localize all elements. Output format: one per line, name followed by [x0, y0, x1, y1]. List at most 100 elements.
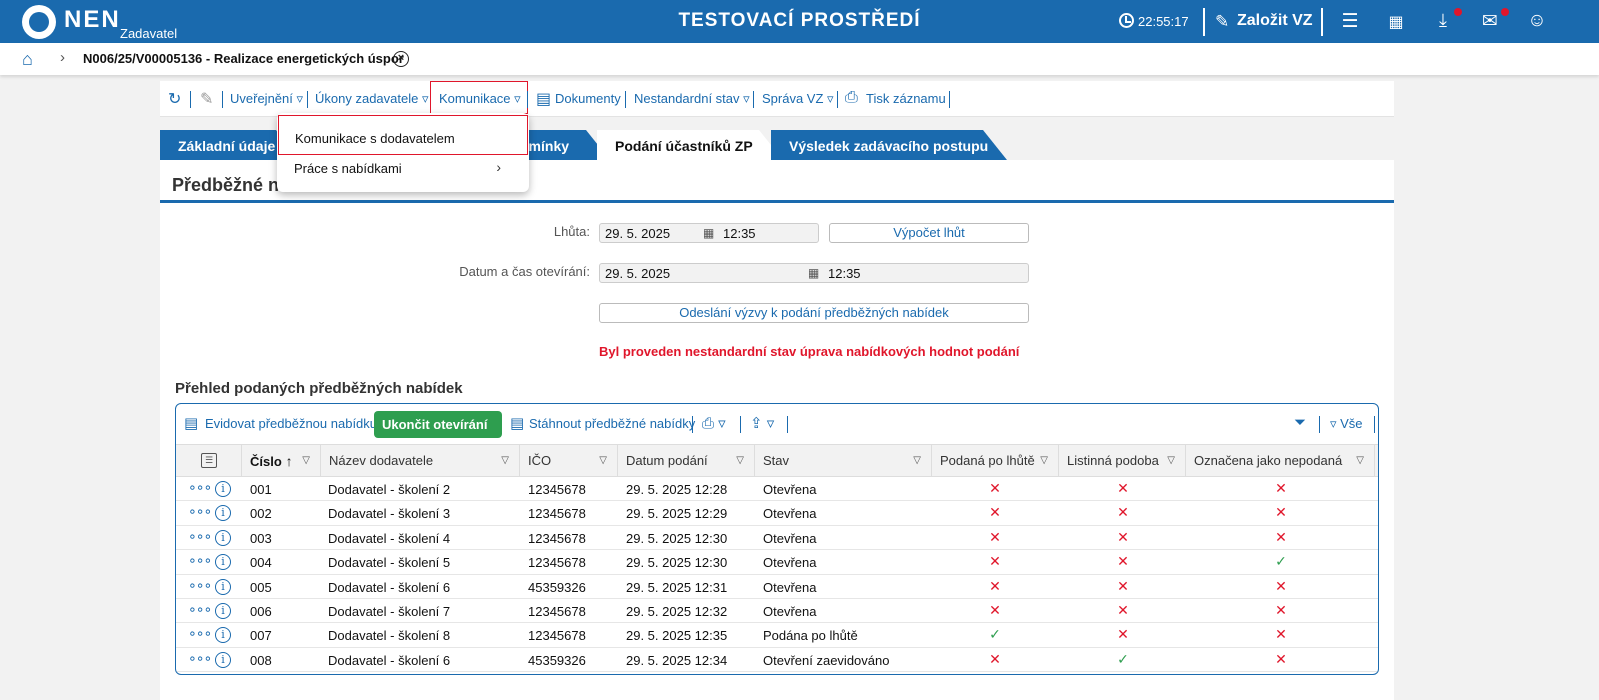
cell-nazev: Dodavatel - školení 4: [328, 530, 451, 546]
menu-dokumenty[interactable]: Dokumenty: [555, 91, 621, 106]
menu-komunikace[interactable]: Komunikace ▿: [439, 91, 521, 107]
nen-logo-icon[interactable]: [22, 5, 56, 39]
toolbar-divider: [625, 91, 626, 108]
otevreni-label: Datum a čas otevírání:: [459, 264, 590, 279]
section-title: Přehled podaných předběžných nabídek: [175, 380, 463, 397]
row-actions-icon[interactable]: ∘∘∘: [188, 552, 212, 569]
column-menu-icon[interactable]: ▽: [913, 445, 921, 477]
menu-icon[interactable]: ☰: [1338, 10, 1362, 33]
col-datum[interactable]: Datum podání ▽: [618, 445, 755, 477]
info-icon[interactable]: i: [215, 578, 231, 595]
row-actions-icon[interactable]: ∘∘∘: [188, 577, 212, 594]
col-stav[interactable]: Stav ▽: [755, 445, 932, 477]
cell-cislo: 007: [250, 628, 272, 644]
sort-asc-icon: ↑: [281, 453, 293, 469]
ukoncit-oteviranibutton[interactable]: Ukončit otevírání: [374, 411, 502, 438]
col-nazev[interactable]: Název dodavatele ▽: [321, 445, 520, 477]
column-menu-icon[interactable]: ▽: [1167, 445, 1175, 477]
session-time: 22:55:17: [1138, 14, 1189, 29]
filter-all-dropdown[interactable]: ▿ Vše: [1330, 416, 1363, 432]
toolbar-divider: [527, 91, 528, 108]
menu-sprava-vz[interactable]: Správa VZ ▿: [762, 91, 834, 107]
menu-item-komunikace-s-dodavatelem[interactable]: Komunikace s dodavatelem: [278, 115, 528, 155]
col-po-lhute[interactable]: Podaná po lhůtě ▽: [932, 445, 1059, 477]
menu-ukony-zadavatele[interactable]: Úkony zadavatele ▿: [315, 91, 428, 107]
cell-datum: 29. 5. 2025 12:31: [626, 579, 728, 595]
lhuta-field[interactable]: 29. 5. 2025 ▦ 12:35: [599, 223, 819, 243]
table-row[interactable]: ∘∘∘ i 006 Dodavatel - školení 7 12345678 29. …: [176, 599, 1378, 624]
column-menu-icon[interactable]: ▽: [1356, 445, 1364, 477]
col-nepodana[interactable]: Označena jako nepodaná ▽: [1186, 445, 1375, 477]
odeslani-vyzvy-button[interactable]: Odeslání výzvy k podání předběžných nabí…: [599, 303, 1029, 323]
user-icon[interactable]: ☺: [1525, 10, 1549, 32]
table-row[interactable]: ∘∘∘ i 008 Dodavatel - školení 6 45359326 29. …: [176, 648, 1378, 673]
table-row[interactable]: ∘∘∘ i 002 Dodavatel - školení 3 12345678 29. …: [176, 501, 1378, 526]
column-menu-icon[interactable]: ▽: [501, 445, 509, 477]
mail-icon[interactable]: ✉: [1478, 10, 1502, 33]
stahnout-button[interactable]: Stáhnout předběžné nabídky: [529, 416, 695, 431]
toolbar-divider: [222, 91, 223, 108]
table-row[interactable]: ∘∘∘ i 001 Dodavatel - školení 2 12345678 29. …: [176, 477, 1378, 502]
download-icon[interactable]: ⤓: [1431, 10, 1455, 31]
row-actions-icon[interactable]: ∘∘∘: [188, 601, 212, 618]
column-menu-icon[interactable]: ▽: [736, 445, 744, 477]
tab-podani-ucastniku[interactable]: Podání účastníků ZP: [597, 130, 783, 160]
refresh-icon[interactable]: ↻: [168, 89, 181, 109]
tab-vysledek[interactable]: Výsledek zadávacího postupu: [771, 130, 1007, 160]
new-vz-button[interactable]: Založit VZ: [1237, 12, 1313, 30]
info-icon[interactable]: i: [215, 505, 231, 522]
row-actions-icon[interactable]: ∘∘∘: [188, 479, 212, 496]
col-listinna[interactable]: Listinná podoba ▽: [1059, 445, 1186, 477]
menu-nestandardni-stav[interactable]: Nestandardní stav ▿: [634, 91, 750, 107]
info-icon[interactable]: i: [215, 529, 231, 546]
lhuta-date: 29. 5. 2025: [605, 226, 671, 241]
column-menu-icon[interactable]: ▽: [1040, 445, 1048, 477]
row-actions-icon[interactable]: ∘∘∘: [188, 528, 212, 545]
table-row[interactable]: ∘∘∘ i 004 Dodavatel - školení 5 12345678 29. …: [176, 550, 1378, 575]
close-icon[interactable]: ×: [393, 51, 409, 67]
table-row[interactable]: ∘∘∘ i 005 Dodavatel - školení 6 45359326 29. …: [176, 575, 1378, 599]
column-menu-icon[interactable]: ▽: [302, 445, 310, 477]
column-settings-cell[interactable]: ☰: [176, 445, 242, 477]
info-icon[interactable]: i: [215, 627, 231, 644]
column-settings-icon[interactable]: ☰: [201, 453, 217, 468]
calendar-icon[interactable]: ▦: [1384, 12, 1408, 32]
grid-header: ☰ Číslo ↑ ▽ Název dodavatele ▽ IČO ▽ Datum …: [176, 444, 1378, 477]
menu-uverejneni[interactable]: Uveřejnění ▿: [230, 91, 303, 107]
evidovat-button[interactable]: Evidovat předběžnou nabídku: [205, 416, 377, 431]
row-actions-icon[interactable]: ∘∘∘: [188, 625, 212, 642]
table-row[interactable]: ∘∘∘ i 003 Dodavatel - školení 4 12345678 29. …: [176, 526, 1378, 551]
table-row[interactable]: ∘∘∘ i 007 Dodavatel - školení 8 12345678 29. …: [176, 623, 1378, 648]
cross-icon: ✕: [989, 602, 1001, 618]
cell-datum: 29. 5. 2025 12:29: [626, 506, 728, 522]
action-toolbar: ↻ ✎ Uveřejnění ▿ Úkony zadavatele ▿ Komu…: [160, 81, 1394, 117]
filter-icon[interactable]: ⏷: [1294, 414, 1306, 431]
calendar-icon[interactable]: ▦: [703, 226, 714, 240]
calendar-icon[interactable]: ▦: [808, 266, 819, 280]
cell-stav: Otevřena: [763, 555, 817, 571]
printer-icon: ⎙: [845, 89, 858, 106]
vypocet-lhut-button[interactable]: Výpočet lhůt: [829, 223, 1029, 243]
menu-item-prace-s-nabidkami[interactable]: Práce s nabídkami: [294, 161, 402, 176]
chevron-right-icon: ›: [496, 159, 501, 175]
info-icon[interactable]: i: [215, 603, 231, 619]
cell-nazev: Dodavatel - školení 6: [328, 652, 451, 668]
row-actions-icon[interactable]: ∘∘∘: [188, 503, 212, 520]
menu-tisk-zaznamu[interactable]: Tisk záznamu: [866, 91, 946, 106]
cell-ico: 12345678: [528, 482, 586, 497]
column-menu-icon[interactable]: ▽: [599, 445, 607, 477]
info-icon[interactable]: i: [215, 481, 231, 497]
info-icon[interactable]: i: [215, 554, 231, 571]
home-icon[interactable]: ⌂: [22, 49, 33, 70]
row-actions-icon[interactable]: ∘∘∘: [188, 650, 212, 667]
col-ico[interactable]: IČO ▽: [520, 445, 618, 477]
cell-stav: Otevřena: [763, 482, 817, 497]
export-menu-icon[interactable]: ⇪ ▿: [750, 414, 774, 432]
brand-name[interactable]: NEN: [64, 6, 121, 34]
info-icon[interactable]: i: [215, 651, 231, 668]
col-cislo[interactable]: Číslo ↑ ▽: [242, 445, 321, 477]
otevreni-field[interactable]: 29. 5. 2025 ▦ 12:35: [599, 263, 1029, 283]
breadcrumb-current[interactable]: N006/25/V00005136 - Realizace energetick…: [83, 51, 404, 66]
print-menu-icon[interactable]: ⎙ ▿: [702, 414, 726, 432]
cell-nazev: Dodavatel - školení 7: [328, 604, 451, 619]
